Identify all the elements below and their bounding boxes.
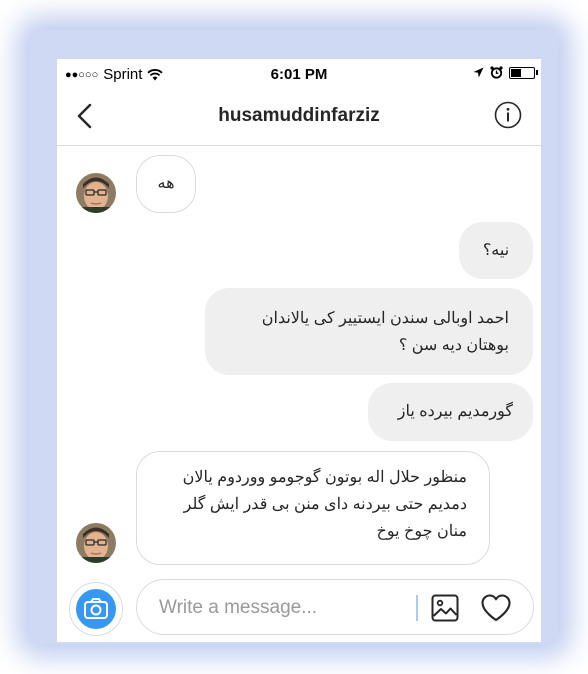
message-text-line: احمد اوبالی سندن ایستییر کی یالاندان: [261, 310, 509, 327]
message-outgoing[interactable]: گورمدیم بیرده یاز: [368, 383, 533, 441]
message-text-line: منظور حلال اله بوتون گوجومو ووردوم یالان: [182, 469, 467, 486]
conversation-header: husamuddinfarziz: [57, 89, 541, 146]
status-bar: ●●○○○ Sprint 6:01 PM: [57, 59, 541, 89]
message-text: نیه؟: [482, 242, 510, 259]
message-incoming[interactable]: منظور حلال اله بوتون گوجومو ووردوم یالان…: [136, 451, 490, 565]
message-outgoing[interactable]: نیه؟: [459, 222, 533, 279]
battery-level: [511, 68, 521, 77]
message-text-line: منان چوخ یوخ: [376, 523, 467, 540]
message-input[interactable]: [159, 594, 411, 622]
message-text-line: بوهتان دیه سن ؟: [398, 337, 509, 354]
info-icon[interactable]: [494, 101, 522, 129]
image-gallery-icon[interactable]: [430, 593, 460, 623]
message-composer: [136, 579, 534, 635]
conversation-title[interactable]: husamuddinfarziz: [57, 105, 541, 127]
message-text: گورمدیم بیرده یاز: [397, 403, 513, 420]
camera-button-fill: [76, 589, 116, 629]
location-arrow-icon: [473, 67, 484, 78]
profile-photo: [76, 523, 116, 563]
phone-screen: ●●○○○ Sprint 6:01 PM husamuddinfarziz هه…: [57, 59, 541, 642]
text-cursor: [416, 595, 418, 621]
camera-icon: [84, 598, 108, 619]
message-outgoing[interactable]: احمد اوبالی سندن ایستییر کی یالاندان بوه…: [205, 288, 533, 375]
heart-icon[interactable]: [480, 593, 512, 623]
avatar[interactable]: [76, 523, 116, 563]
battery-icon: [509, 66, 538, 79]
avatar[interactable]: [76, 173, 116, 213]
profile-photo: [76, 173, 116, 213]
status-icons: [473, 66, 538, 79]
message-text: هه: [157, 175, 175, 192]
alarm-clock-icon: [490, 66, 503, 79]
message-incoming[interactable]: هه: [136, 155, 196, 213]
status-time: 6:01 PM: [270, 66, 328, 83]
camera-button[interactable]: [69, 582, 123, 636]
message-text-line: دمدیم حتی بیردنه دای منن بی قدر ایش گلر: [183, 496, 467, 513]
